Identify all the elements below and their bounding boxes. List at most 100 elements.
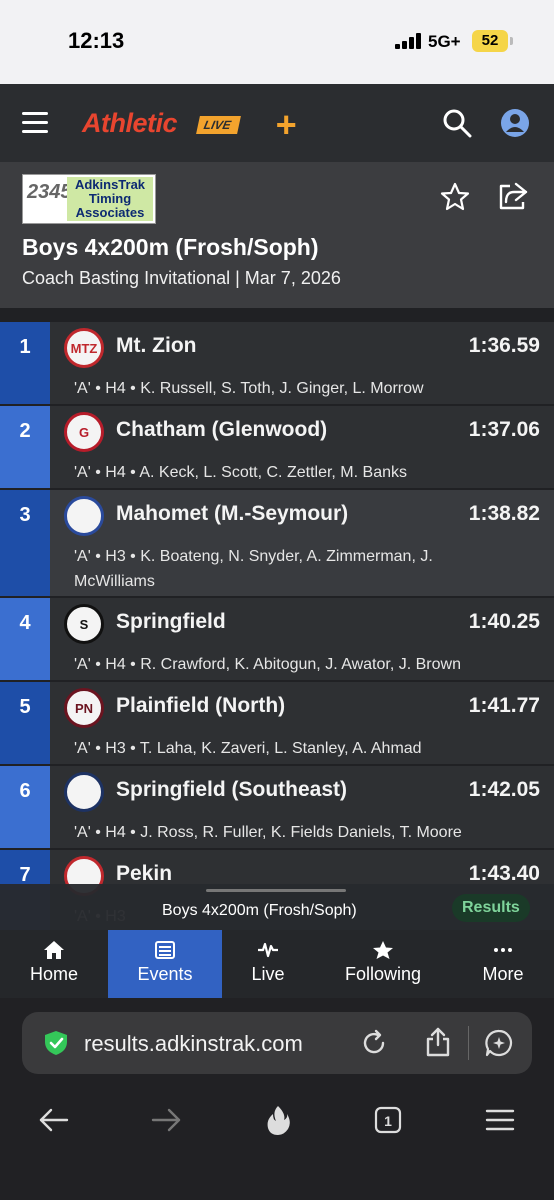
team-name[interactable]: Springfield [116, 610, 226, 634]
browser-toolbar: 1 [0, 1098, 554, 1142]
team-name[interactable]: Chatham (Glenwood) [116, 418, 327, 442]
signal-icon [395, 33, 421, 49]
event-header: 23456 AdkinsTrak Timing Associates Boys … [0, 162, 554, 308]
battery-tip [510, 37, 513, 45]
result-time: 1:38.82 [468, 502, 540, 525]
result-place: 2 [0, 406, 50, 488]
browser-chrome: results.adkinstrak.com 1 [0, 998, 554, 1200]
event-title: Boys 4x200m (Frosh/Soph) [22, 234, 319, 260]
back-icon[interactable] [38, 1104, 70, 1136]
result-body: G Chatham (Glenwood) 1:37.06 'A' • H4 • A. … [50, 406, 554, 488]
star-icon [373, 941, 393, 959]
result-row[interactable]: 3 Mahomet (M.-Seymour) 1:38.82 'A' • H3 • K… [0, 488, 554, 596]
team-name[interactable]: Springfield (Southeast) [116, 778, 347, 802]
relay-runners: 'A' • H4 • A. Keck, L. Scott, C. Zettler… [74, 464, 407, 481]
relay-runners: 'A' • H3 • K. Boateng, N. Snyder, A. Zim… [74, 548, 433, 590]
result-time: 1:40.25 [468, 610, 540, 633]
app-header: Athletic LIVE + [0, 84, 554, 162]
nav-home[interactable]: Home [0, 930, 108, 998]
team-name[interactable]: Plainfield (North) [116, 694, 285, 718]
forward-icon[interactable] [150, 1104, 182, 1136]
relay-runners: 'A' • H4 • R. Crawford, K. Abitogun, J. … [74, 656, 461, 673]
nav-following[interactable]: Following [314, 930, 452, 998]
address-bar[interactable]: results.adkinstrak.com [22, 1012, 532, 1074]
result-place: 5 [0, 682, 50, 764]
meet-subtitle: Coach Basting Invitational | Mar 7, 2026 [22, 268, 341, 288]
account-icon[interactable] [500, 108, 530, 138]
result-body: Mahomet (M.-Seymour) 1:38.82 'A' • H3 • K.… [50, 490, 554, 596]
result-row[interactable]: 5 PN Plainfield (North) 1:41.77 'A' • H3 • T… [0, 680, 554, 764]
result-time: 1:41.77 [468, 694, 540, 717]
privacy-shield-icon[interactable] [42, 1029, 70, 1057]
result-place: 4 [0, 598, 50, 680]
team-logo-icon: PN [64, 688, 104, 728]
result-body: MTZ Mt. Zion 1:36.59 'A' • H4 • K. Russell,… [50, 322, 554, 404]
status-bar: 12:13 5G+ 52 [0, 0, 554, 84]
result-row[interactable]: 2 G Chatham (Glenwood) 1:37.06 'A' • H4 • A.… [0, 404, 554, 488]
result-place: 3 [0, 490, 50, 596]
flame-icon[interactable] [262, 1104, 294, 1136]
nav-more[interactable]: More [452, 930, 554, 998]
result-place: 6 [0, 766, 50, 848]
favorite-star-icon[interactable] [440, 182, 470, 212]
status-time: 12:13 [68, 28, 125, 53]
pulse-icon [258, 942, 278, 958]
team-logo-icon: G [64, 412, 104, 452]
result-row[interactable]: 4 S Springfield 1:40.25 'A' • H4 • R. Crawfo… [0, 596, 554, 680]
list-icon [155, 941, 175, 959]
reload-icon[interactable] [360, 1029, 388, 1057]
logo-text: Athletic [82, 108, 178, 138]
result-time: 1:37.06 [468, 418, 540, 441]
result-body: PN Plainfield (North) 1:41.77 'A' • H3 • T.… [50, 682, 554, 764]
ellipsis-icon [494, 948, 512, 952]
address-bar-divider [468, 1026, 469, 1060]
battery-indicator: 52 [472, 30, 508, 52]
team-logo-icon: S [64, 604, 104, 644]
event-drawer-bar[interactable]: Boys 4x200m (Frosh/Soph) Results [0, 884, 554, 930]
tab-count: 1 [384, 1113, 392, 1129]
relay-runners: 'A' • H3 • T. Laha, K. Zaveri, L. Stanle… [74, 740, 422, 757]
result-time: 1:42.05 [468, 778, 540, 801]
relay-runners: 'A' • H4 • K. Russell, S. Toth, J. Ginge… [74, 380, 424, 397]
logo-plus: + [275, 104, 297, 145]
results-list: 1 MTZ Mt. Zion 1:36.59 'A' • H4 • K. Russell… [0, 320, 554, 932]
hamburger-menu-icon[interactable] [22, 112, 48, 134]
result-time: 1:36.59 [468, 334, 540, 357]
share-icon[interactable] [424, 1027, 452, 1057]
results-badge[interactable]: Results [452, 894, 530, 922]
network-type: 5G+ [428, 32, 461, 51]
result-place: 1 [0, 322, 50, 404]
logo-live-badge: LIVE [196, 116, 241, 134]
team-name[interactable]: Pekin [116, 862, 172, 886]
nav-live[interactable]: Live [222, 930, 314, 998]
athleticlive-logo[interactable]: Athletic LIVE + [70, 104, 310, 145]
team-logo-icon [64, 772, 104, 812]
team-name[interactable]: Mt. Zion [116, 334, 196, 358]
result-body: Springfield (Southeast) 1:42.05 'A' • H4 •… [50, 766, 554, 848]
nav-events[interactable]: Events [108, 930, 222, 998]
nav-home-label: Home [29, 964, 78, 984]
nav-events-label: Events [137, 964, 193, 984]
bottom-navigation: Home Events Live Following More [0, 930, 554, 998]
nav-following-label: Following [344, 964, 422, 984]
result-body: S Springfield 1:40.25 'A' • H4 • R. Crawfor… [50, 598, 554, 680]
browser-menu-icon[interactable] [484, 1104, 516, 1136]
search-icon[interactable] [442, 108, 472, 138]
result-row[interactable]: 6 Springfield (Southeast) 1:42.05 'A' • H4 … [0, 764, 554, 848]
team-logo-icon: MTZ [64, 328, 104, 368]
share-icon[interactable] [496, 180, 530, 212]
drawer-event-label: Boys 4x200m (Frosh/Soph) [162, 902, 357, 919]
relay-runners: 'A' • H4 • J. Ross, R. Fuller, K. Fields… [74, 824, 462, 841]
nav-more-label: More [482, 964, 524, 984]
drawer-handle[interactable] [206, 889, 346, 892]
result-time: 1:43.40 [468, 862, 540, 885]
nav-live-label: Live [251, 964, 285, 984]
team-logo-icon [64, 496, 104, 536]
host-logo: 23456 AdkinsTrak Timing Associates [22, 174, 156, 224]
tabs-icon[interactable]: 1 [372, 1104, 404, 1136]
team-name[interactable]: Mahomet (M.-Seymour) [116, 502, 348, 526]
assistant-chat-icon[interactable] [484, 1028, 514, 1058]
result-row[interactable]: 1 MTZ Mt. Zion 1:36.59 'A' • H4 • K. Russell… [0, 320, 554, 404]
url-text[interactable]: results.adkinstrak.com [84, 1031, 303, 1057]
host-logo-text: AdkinsTrak Timing Associates [67, 177, 153, 221]
